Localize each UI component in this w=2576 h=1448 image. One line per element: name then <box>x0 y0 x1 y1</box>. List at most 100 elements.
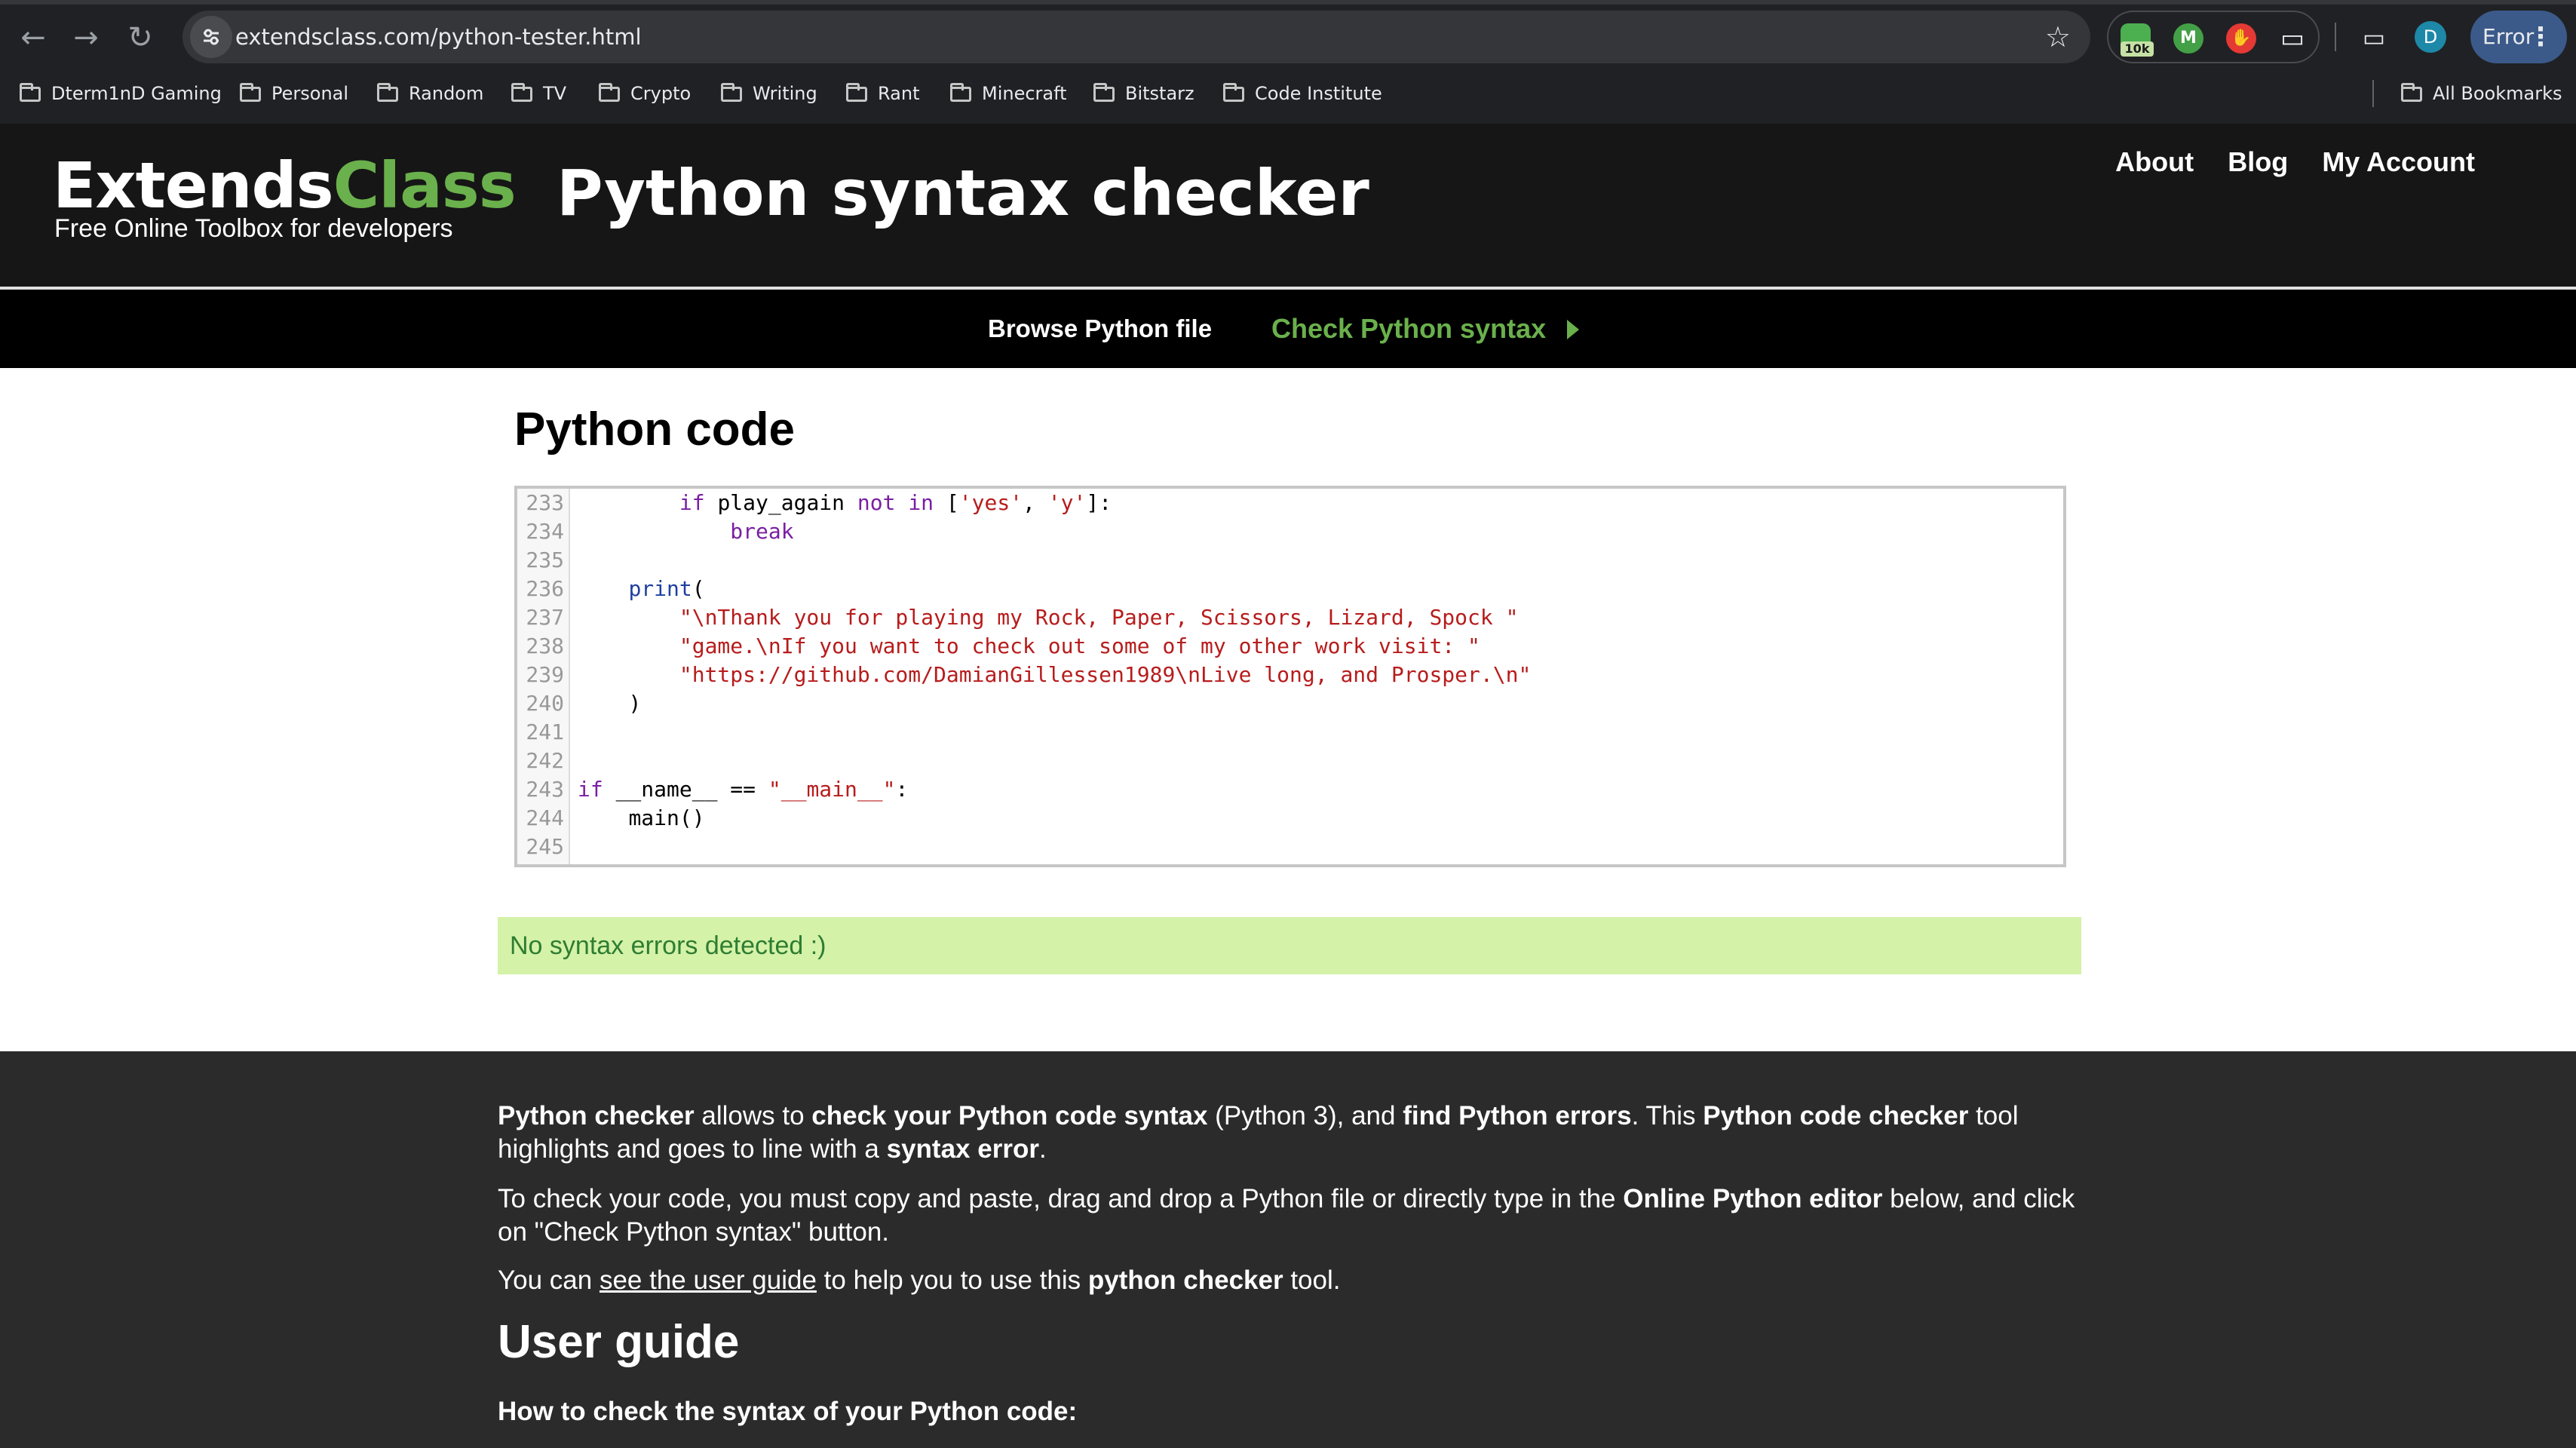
forward-arrow-icon[interactable]: → <box>62 14 110 62</box>
folder-icon <box>950 83 971 102</box>
text: (Python 3), and <box>1207 1101 1403 1130</box>
bookmark-label: Rant <box>878 83 920 104</box>
code-editor[interactable]: 233 234 235 236 237 238 239 240 241 242 … <box>514 486 2066 867</box>
bookmark-folder[interactable]: Writing <box>721 75 817 112</box>
bookmark-folder[interactable]: Crypto <box>599 75 691 112</box>
bookmark-star-icon[interactable]: ☆ <box>2045 11 2071 63</box>
bookmark-folder[interactable]: Code Institute <box>1223 75 1382 112</box>
error-menu-button[interactable]: Error ⋮ <box>2470 11 2567 63</box>
description-paragraph-3: You can see the user guide to help you t… <box>498 1264 2089 1297</box>
address-bar[interactable]: extendsclass.com/python-tester.html ☆ <box>182 11 2090 63</box>
folder-icon <box>846 83 867 102</box>
bookmark-folder[interactable]: Personal <box>240 75 348 112</box>
code-line[interactable]: "https://github.com/DamianGillessen1989\… <box>578 661 1531 689</box>
bookmark-folder[interactable]: Rant <box>846 75 919 112</box>
folder-icon <box>511 83 532 102</box>
extensions-area: 10k M ✋ ▭ <box>2107 11 2320 63</box>
bookmark-label: All Bookmarks <box>2433 83 2562 104</box>
line-number: 241 <box>526 719 564 744</box>
tab-strip-edge <box>0 0 2576 5</box>
code-line[interactable]: if play_again not in ['yes', 'y']: <box>578 489 1112 517</box>
folder-icon <box>1223 83 1244 102</box>
folder-icon <box>377 83 398 102</box>
line-number: 242 <box>526 748 564 773</box>
extension-hand-icon[interactable]: ✋ <box>2226 23 2256 54</box>
python-code-heading: Python code <box>514 403 796 456</box>
page-title: Python syntax checker <box>557 156 1369 230</box>
extension-badge: 10k <box>2121 41 2154 57</box>
text: allows to <box>694 1101 812 1130</box>
code-line[interactable]: "game.\nIf you want to check out some of… <box>578 632 1480 661</box>
check-syntax-label: Check Python syntax <box>1271 313 1547 344</box>
logo-main: Extends <box>53 149 334 222</box>
reload-icon[interactable]: ↻ <box>116 14 164 62</box>
text: to help you to use this <box>816 1265 1088 1295</box>
code-line[interactable]: ) <box>578 689 641 718</box>
bookmark-label: Personal <box>271 83 349 104</box>
action-bar: Browse Python file Check Python syntax <box>0 290 2576 368</box>
main-content: Python code 233 234 235 236 237 238 239 … <box>0 368 2576 1051</box>
bookmark-label: Random <box>409 83 484 104</box>
description-section: Python checker allows to check your Pyth… <box>0 1051 2576 1448</box>
bold-text: find Python errors <box>1403 1101 1632 1130</box>
code-line[interactable]: "\nThank you for playing my Rock, Paper,… <box>578 603 1519 632</box>
line-number: 244 <box>526 805 564 830</box>
line-number: 237 <box>526 605 564 630</box>
toolbar-divider <box>2335 23 2336 51</box>
bold-text: python checker <box>1087 1265 1283 1295</box>
cast-icon[interactable]: ▭ <box>2354 21 2394 54</box>
bookmark-label: Code Institute <box>1255 83 1382 104</box>
extension-10k-icon[interactable]: 10k <box>2121 23 2154 57</box>
top-nav: About Blog My Account <box>2085 146 2475 178</box>
url-text[interactable]: extendsclass.com/python-tester.html <box>235 11 642 63</box>
line-number: 245 <box>526 834 564 859</box>
code-line[interactable]: if __name__ == "__main__": <box>578 775 908 804</box>
site-header: ExtendsClass Free Online Toolbox for dev… <box>0 124 2576 288</box>
bookmark-label: Bitstarz <box>1125 83 1194 104</box>
bookmark-folder[interactable]: Bitstarz <box>1093 75 1194 112</box>
folder-icon <box>599 83 620 102</box>
extension-m-icon[interactable]: M <box>2173 23 2203 54</box>
browser-chrome: ← → ↻ extendsclass.com/python-tester.htm… <box>0 0 2576 124</box>
text: You can <box>498 1265 600 1295</box>
line-number: 239 <box>526 662 564 687</box>
bookmarks-divider <box>2372 80 2374 107</box>
user-guide-link[interactable]: see the user guide <box>600 1265 817 1295</box>
line-number: 234 <box>526 519 564 544</box>
bookmark-label: TV <box>543 83 567 104</box>
back-arrow-icon[interactable]: ← <box>9 14 57 62</box>
bookmark-folder[interactable]: Minecraft <box>950 75 1067 112</box>
logo-accent: Class <box>333 149 517 222</box>
code-line[interactable]: main() <box>578 804 704 833</box>
text: tool. <box>1283 1265 1341 1295</box>
site-logo[interactable]: ExtendsClass <box>53 148 517 223</box>
code-line[interactable]: break <box>578 517 793 546</box>
code-line[interactable]: print( <box>578 575 704 603</box>
bookmark-folder[interactable]: Dterm1nD Gaming <box>20 75 222 112</box>
bookmarks-bar: Dterm1nD Gaming Personal Random TV Crypt… <box>0 75 2576 112</box>
description-paragraph-2: To check your code, you must copy and pa… <box>498 1183 2089 1249</box>
bookmark-label: Writing <box>753 83 817 104</box>
browse-python-file-button[interactable]: Browse Python file <box>988 290 1212 368</box>
line-number: 235 <box>526 548 564 572</box>
site-settings-icon[interactable] <box>190 16 232 58</box>
line-number: 243 <box>526 777 564 802</box>
bold-text: Python checker <box>498 1101 695 1130</box>
check-python-syntax-button[interactable]: Check Python syntax <box>1271 290 1580 368</box>
all-bookmarks-folder[interactable]: All Bookmarks <box>2401 75 2562 112</box>
description-paragraph-1: Python checker allows to check your Pyth… <box>498 1100 2089 1166</box>
line-number: 238 <box>526 634 564 658</box>
profile-avatar[interactable]: D <box>2415 21 2446 53</box>
folder-icon <box>721 83 742 102</box>
nav-my-account-link[interactable]: My Account <box>2322 146 2475 177</box>
bold-text: Python code checker <box>1703 1101 1969 1130</box>
text: . This <box>1631 1101 1704 1130</box>
user-guide-subheading: How to check the syntax of your Python c… <box>498 1397 1078 1426</box>
nav-about-link[interactable]: About <box>2115 146 2194 177</box>
extensions-puzzle-icon[interactable]: ▭ <box>2277 23 2308 54</box>
bookmark-folder[interactable]: Random <box>377 75 483 112</box>
nav-blog-link[interactable]: Blog <box>2228 146 2288 177</box>
site-tagline: Free Online Toolbox for developers <box>54 214 453 243</box>
bookmark-folder[interactable]: TV <box>511 75 566 112</box>
bookmark-label: Minecraft <box>982 83 1067 104</box>
